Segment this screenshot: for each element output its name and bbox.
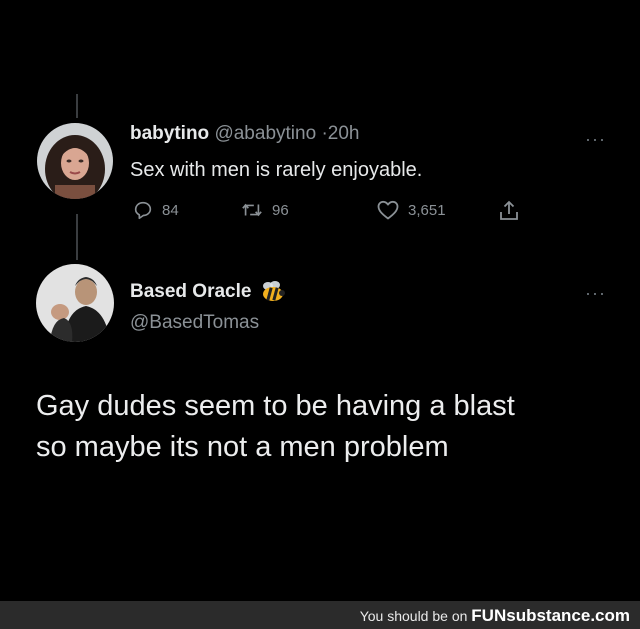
- avatar[interactable]: [36, 264, 114, 342]
- avatar-image: [36, 264, 114, 342]
- bee-icon: [263, 281, 286, 301]
- watermark-prefix: You should be on: [359, 608, 468, 624]
- tweet-2-text: Gay dudes seem to be having a blast so m…: [36, 386, 515, 468]
- like-count: 3,651: [408, 201, 446, 219]
- tweet-2-author-handle[interactable]: @BasedTomas: [130, 312, 259, 334]
- share-button[interactable]: [498, 199, 520, 223]
- thread-line-top: [76, 94, 78, 118]
- reply-count: 84: [162, 201, 179, 219]
- tweet-1-author-name[interactable]: babytino: [130, 123, 209, 144]
- watermark-bar: You should be on FUNsubstance.com: [0, 601, 640, 629]
- tweet-1-header: babytino @ababytino ·20h: [130, 123, 359, 145]
- avatar-image: [37, 123, 113, 199]
- avatar[interactable]: [37, 123, 113, 199]
- retweet-button[interactable]: 96: [240, 199, 289, 221]
- thread-line-bottom: [76, 214, 78, 260]
- tweet-2-text-line: so maybe its not a men problem: [36, 431, 449, 463]
- reply-icon: [134, 201, 152, 220]
- reply-button[interactable]: 84: [132, 199, 179, 221]
- retweet-icon: [242, 203, 262, 217]
- like-button[interactable]: 3,651: [376, 199, 446, 221]
- watermark-brand[interactable]: FUNsubstance.com: [471, 606, 630, 625]
- watermark-text[interactable]: You should be on FUNsubstance.com: [360, 606, 630, 626]
- tweet-1-more-icon[interactable]: ···: [585, 130, 606, 148]
- tweet-2-text-line: Gay dudes seem to be having a blast: [36, 390, 515, 422]
- tweet-2-author-name-row[interactable]: Based Oracle: [130, 280, 287, 304]
- tweet-1-text: Sex with men is rarely enjoyable.: [130, 159, 423, 181]
- tweet-2-author-name[interactable]: Based Oracle: [130, 281, 251, 303]
- tweet-1-actions: 84 96 3,651: [130, 199, 530, 225]
- retweet-count: 96: [272, 201, 289, 219]
- share-icon: [500, 200, 518, 220]
- tweet-2-more-icon[interactable]: ···: [585, 284, 606, 302]
- heart-icon: [377, 200, 399, 220]
- tweet-1-author-handle[interactable]: @ababytino: [214, 123, 316, 144]
- tweet-1-time[interactable]: 20h: [328, 123, 360, 144]
